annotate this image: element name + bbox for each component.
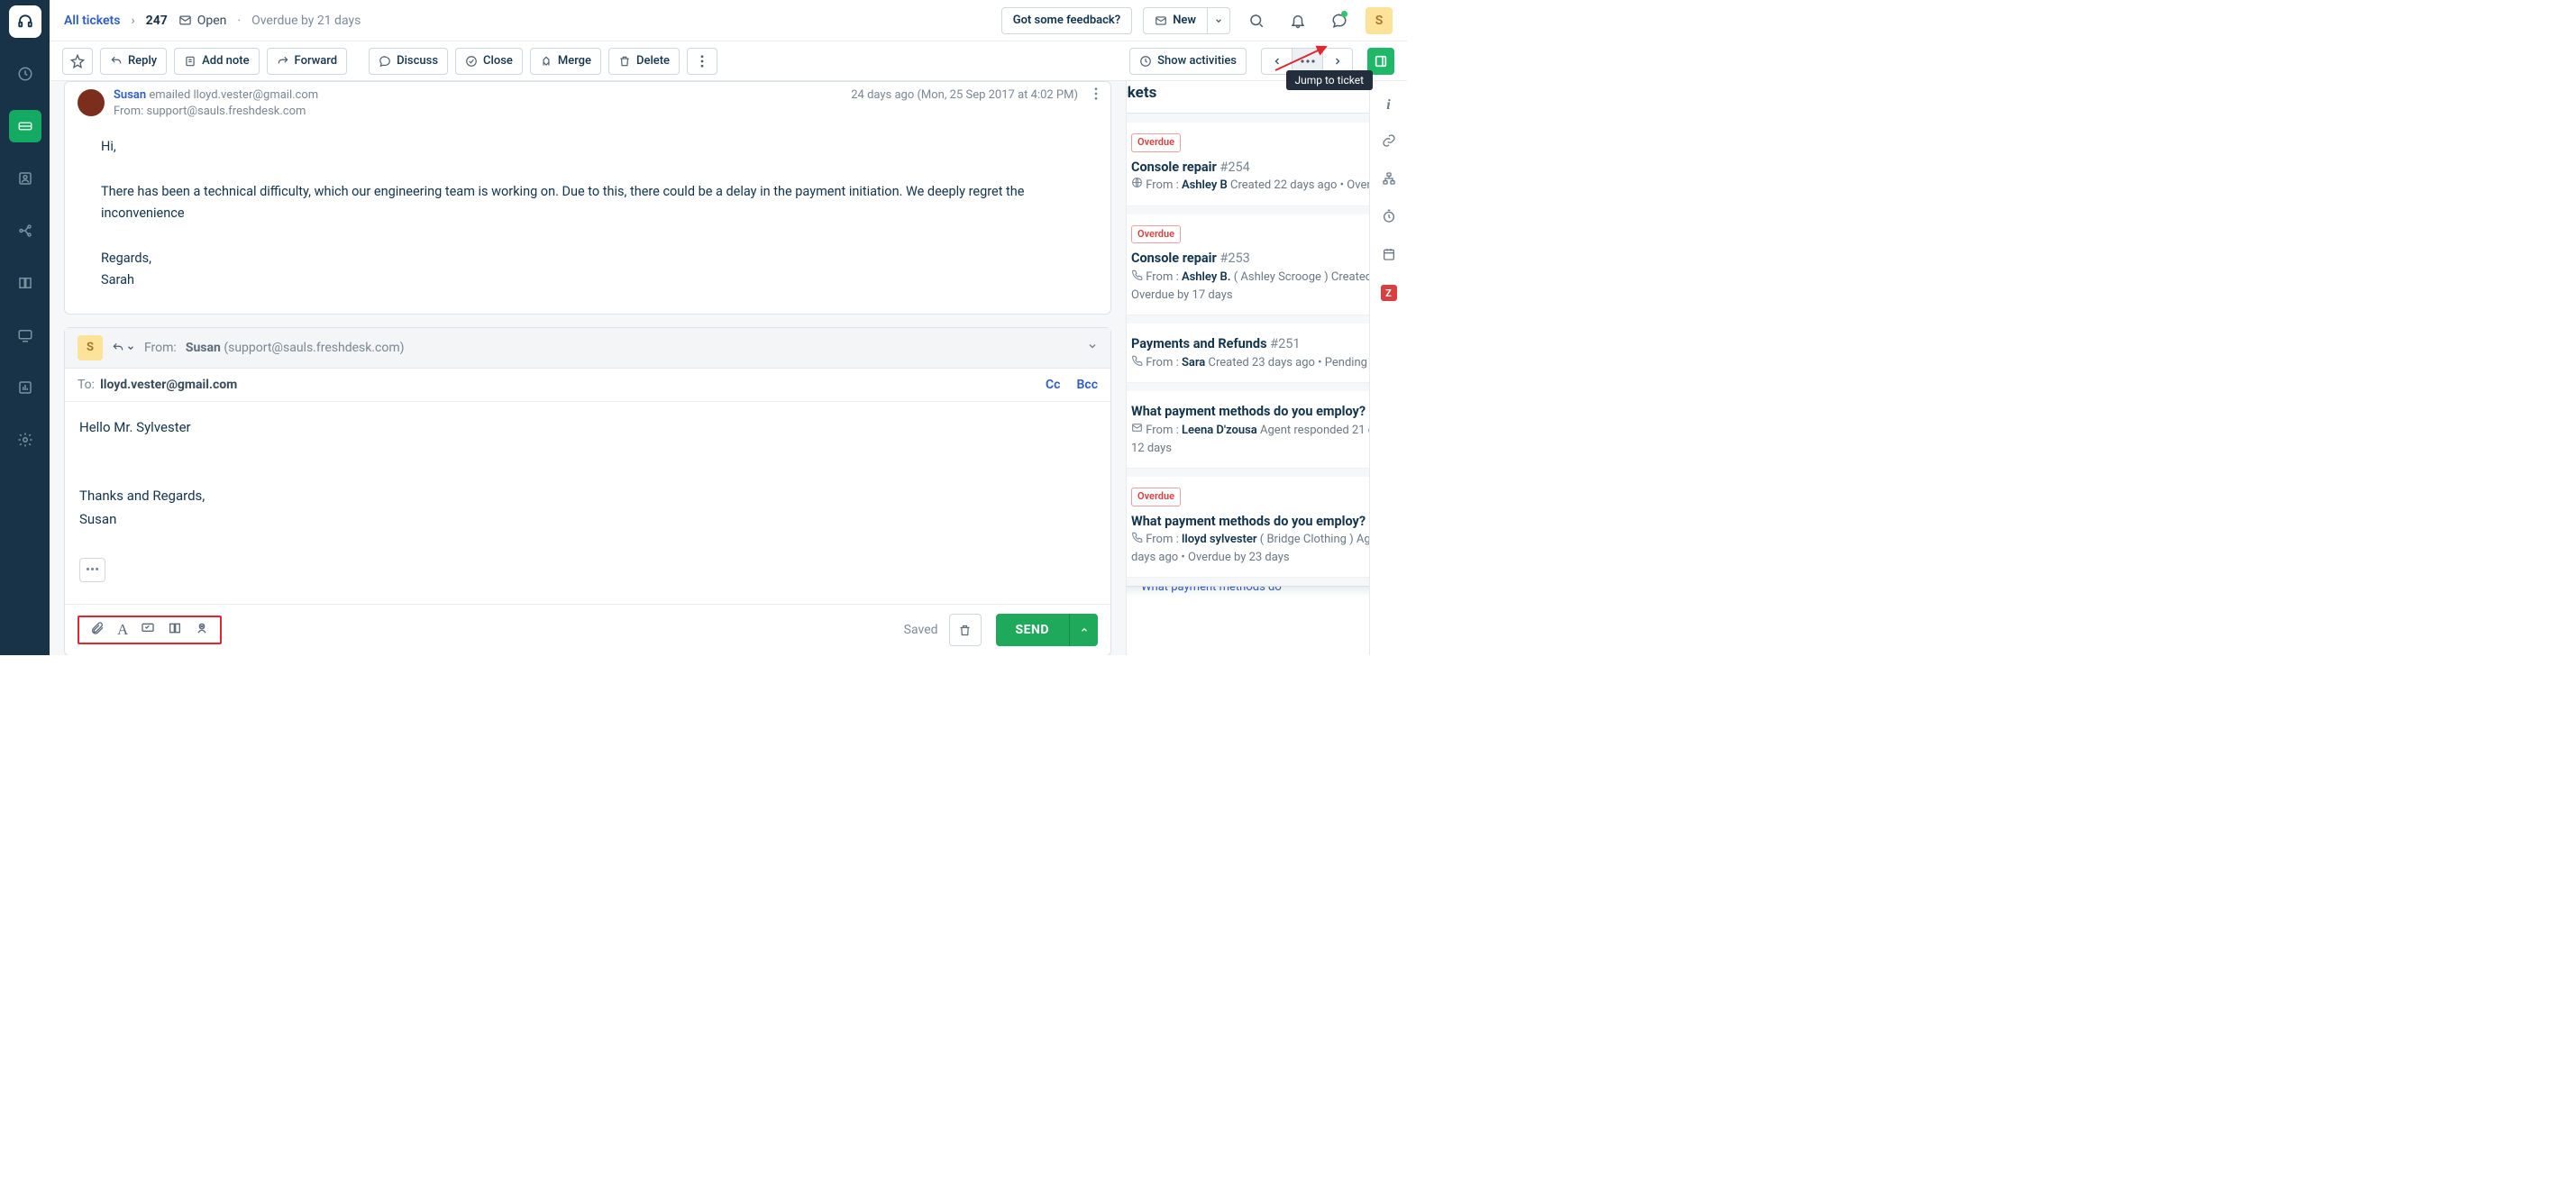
discuss-icon: [379, 55, 391, 68]
chevron-down-icon: [1214, 16, 1223, 25]
merge-icon: [540, 55, 553, 68]
note-icon: [184, 55, 196, 68]
nav-tickets[interactable]: [9, 110, 41, 142]
overdue-badge: Overdue: [1131, 133, 1181, 152]
breadcrumb-root[interactable]: All tickets: [64, 14, 120, 28]
freshconnect-icon[interactable]: [1324, 5, 1355, 36]
check-icon: [465, 55, 478, 68]
timer-icon[interactable]: [1382, 209, 1396, 227]
feedback-button[interactable]: Got some feedback?: [1001, 7, 1133, 34]
link-icon[interactable]: [1382, 133, 1396, 151]
show-activities-button[interactable]: Show activities: [1129, 48, 1247, 75]
collapse-reply[interactable]: [1087, 341, 1098, 355]
more-actions[interactable]: [687, 48, 717, 75]
reply-type-dropdown[interactable]: [112, 342, 135, 354]
jump-ticket-popup: All tickets OverdueConsole repair #254 F…: [1126, 81, 1369, 587]
chevron-down-icon: [1087, 341, 1098, 351]
reply-editor: S From: Susan (support@sauls.freshdesk.c…: [64, 327, 1111, 655]
jump-tooltip: Jump to ticket: [1286, 70, 1373, 90]
nav-reports[interactable]: [9, 371, 41, 404]
mail-icon: [178, 14, 192, 27]
discuss-button[interactable]: Discuss: [369, 48, 448, 75]
nav-contacts[interactable]: [9, 162, 41, 195]
quoted-content-toggle[interactable]: •••: [79, 558, 105, 583]
send-dropdown[interactable]: [1069, 614, 1098, 646]
ticket-row[interactable]: Payments and Refunds #251 From : Sara Cr…: [1126, 324, 1369, 382]
search-icon[interactable]: [1241, 5, 1272, 36]
message-time: 24 days ago (Mon, 25 Sep 2017 at 4:02 PM…: [851, 87, 1078, 104]
avatar: [78, 89, 105, 116]
trash-icon: [958, 624, 972, 637]
cc-toggle[interactable]: Cc: [1046, 378, 1060, 392]
nav-automations[interactable]: [9, 214, 41, 247]
forward-icon: [277, 55, 289, 68]
delete-button[interactable]: Delete: [608, 48, 680, 75]
reply-avatar: S: [78, 335, 103, 360]
ticket-id: 247: [146, 14, 168, 28]
ticket-row[interactable]: OverdueConsole repair #254 From : Ashley…: [1126, 123, 1369, 205]
nav-dashboard[interactable]: [9, 58, 41, 90]
notifications-icon[interactable]: [1283, 5, 1313, 36]
trash-icon: [618, 55, 631, 68]
reply-button[interactable]: Reply: [100, 48, 167, 75]
star-icon: [70, 54, 85, 68]
overdue-badge: Overdue: [1131, 488, 1181, 506]
ticket-row[interactable]: OverdueWhat payment methods do you emplo…: [1126, 477, 1369, 577]
hierarchy-icon[interactable]: [1382, 171, 1396, 189]
mail-icon: [1155, 14, 1167, 27]
calendar-icon[interactable]: [1382, 247, 1396, 265]
chevron-down-icon: [126, 343, 135, 352]
text-format-icon[interactable]: A: [117, 621, 128, 639]
overdue-text: Overdue by 21 days: [251, 14, 361, 28]
discard-draft[interactable]: [949, 614, 982, 646]
app-icon[interactable]: Z: [1381, 285, 1397, 301]
chevron-up-icon: [1080, 625, 1089, 634]
attach-icon[interactable]: [90, 621, 105, 639]
editor-textarea[interactable]: Hello Mr. Sylvester Thanks and Regards, …: [65, 402, 1110, 605]
signature-icon[interactable]: [195, 621, 209, 639]
star-button[interactable]: [62, 48, 93, 75]
clock-icon: [1139, 55, 1152, 68]
ticket-toolbar: Reply Add note Forward Discuss Close M: [50, 41, 1407, 81]
from-line: From: support@sauls.freshdesk.com: [114, 104, 842, 120]
close-button[interactable]: Close: [455, 48, 523, 75]
ticket-row[interactable]: LWhat payment methods do you employ? #25…: [1126, 391, 1369, 468]
info-icon[interactable]: i: [1386, 97, 1390, 114]
forward-button[interactable]: Forward: [267, 48, 348, 75]
message-body: Hi, There has been a technical difficult…: [65, 127, 1110, 313]
left-nav-rail: [0, 0, 50, 655]
header: All tickets › 247 Open · Overdue by 21 d…: [50, 0, 1407, 41]
to-field[interactable]: lloyd.vester@gmail.com: [100, 378, 237, 392]
canned-response-icon[interactable]: [141, 621, 155, 639]
conversation-card: Susan emailed lloyd.vester@gmail.com Fro…: [64, 81, 1111, 315]
send-button[interactable]: SEND: [996, 614, 1069, 646]
bcc-toggle[interactable]: Bcc: [1077, 378, 1099, 392]
kebab-icon: [700, 55, 704, 68]
conversation-pane: Susan emailed lloyd.vester@gmail.com Fro…: [50, 81, 1126, 655]
nav-solutions[interactable]: [9, 267, 41, 299]
nav-forums[interactable]: [9, 319, 41, 351]
ticket-row[interactable]: OverdueConsole repair #253 From : Ashley…: [1126, 214, 1369, 315]
reply-icon: [112, 342, 124, 354]
chevron-right-icon: ›: [131, 14, 134, 28]
ticket-status: Open: [178, 14, 227, 28]
reply-icon: [110, 55, 123, 68]
saved-indicator: Saved: [904, 623, 938, 637]
new-button[interactable]: New: [1143, 7, 1207, 34]
nav-admin[interactable]: [9, 424, 41, 456]
sender-name[interactable]: Susan: [114, 88, 146, 102]
message-more[interactable]: [1094, 87, 1098, 105]
add-note-button[interactable]: Add note: [174, 48, 259, 75]
app-logo[interactable]: [9, 5, 41, 38]
knowledge-base-icon[interactable]: [168, 621, 182, 639]
editor-tools-highlight: A: [78, 616, 222, 644]
new-dropdown[interactable]: [1207, 7, 1230, 34]
merge-button[interactable]: Merge: [530, 48, 601, 75]
properties-panel: PROPERTIES Single line Status*Open Prior…: [1126, 81, 1369, 655]
widget-rail: i Z: [1369, 81, 1407, 655]
overdue-badge: Overdue: [1131, 225, 1181, 244]
user-avatar[interactable]: S: [1366, 7, 1393, 34]
new-button-group: New: [1143, 7, 1230, 34]
